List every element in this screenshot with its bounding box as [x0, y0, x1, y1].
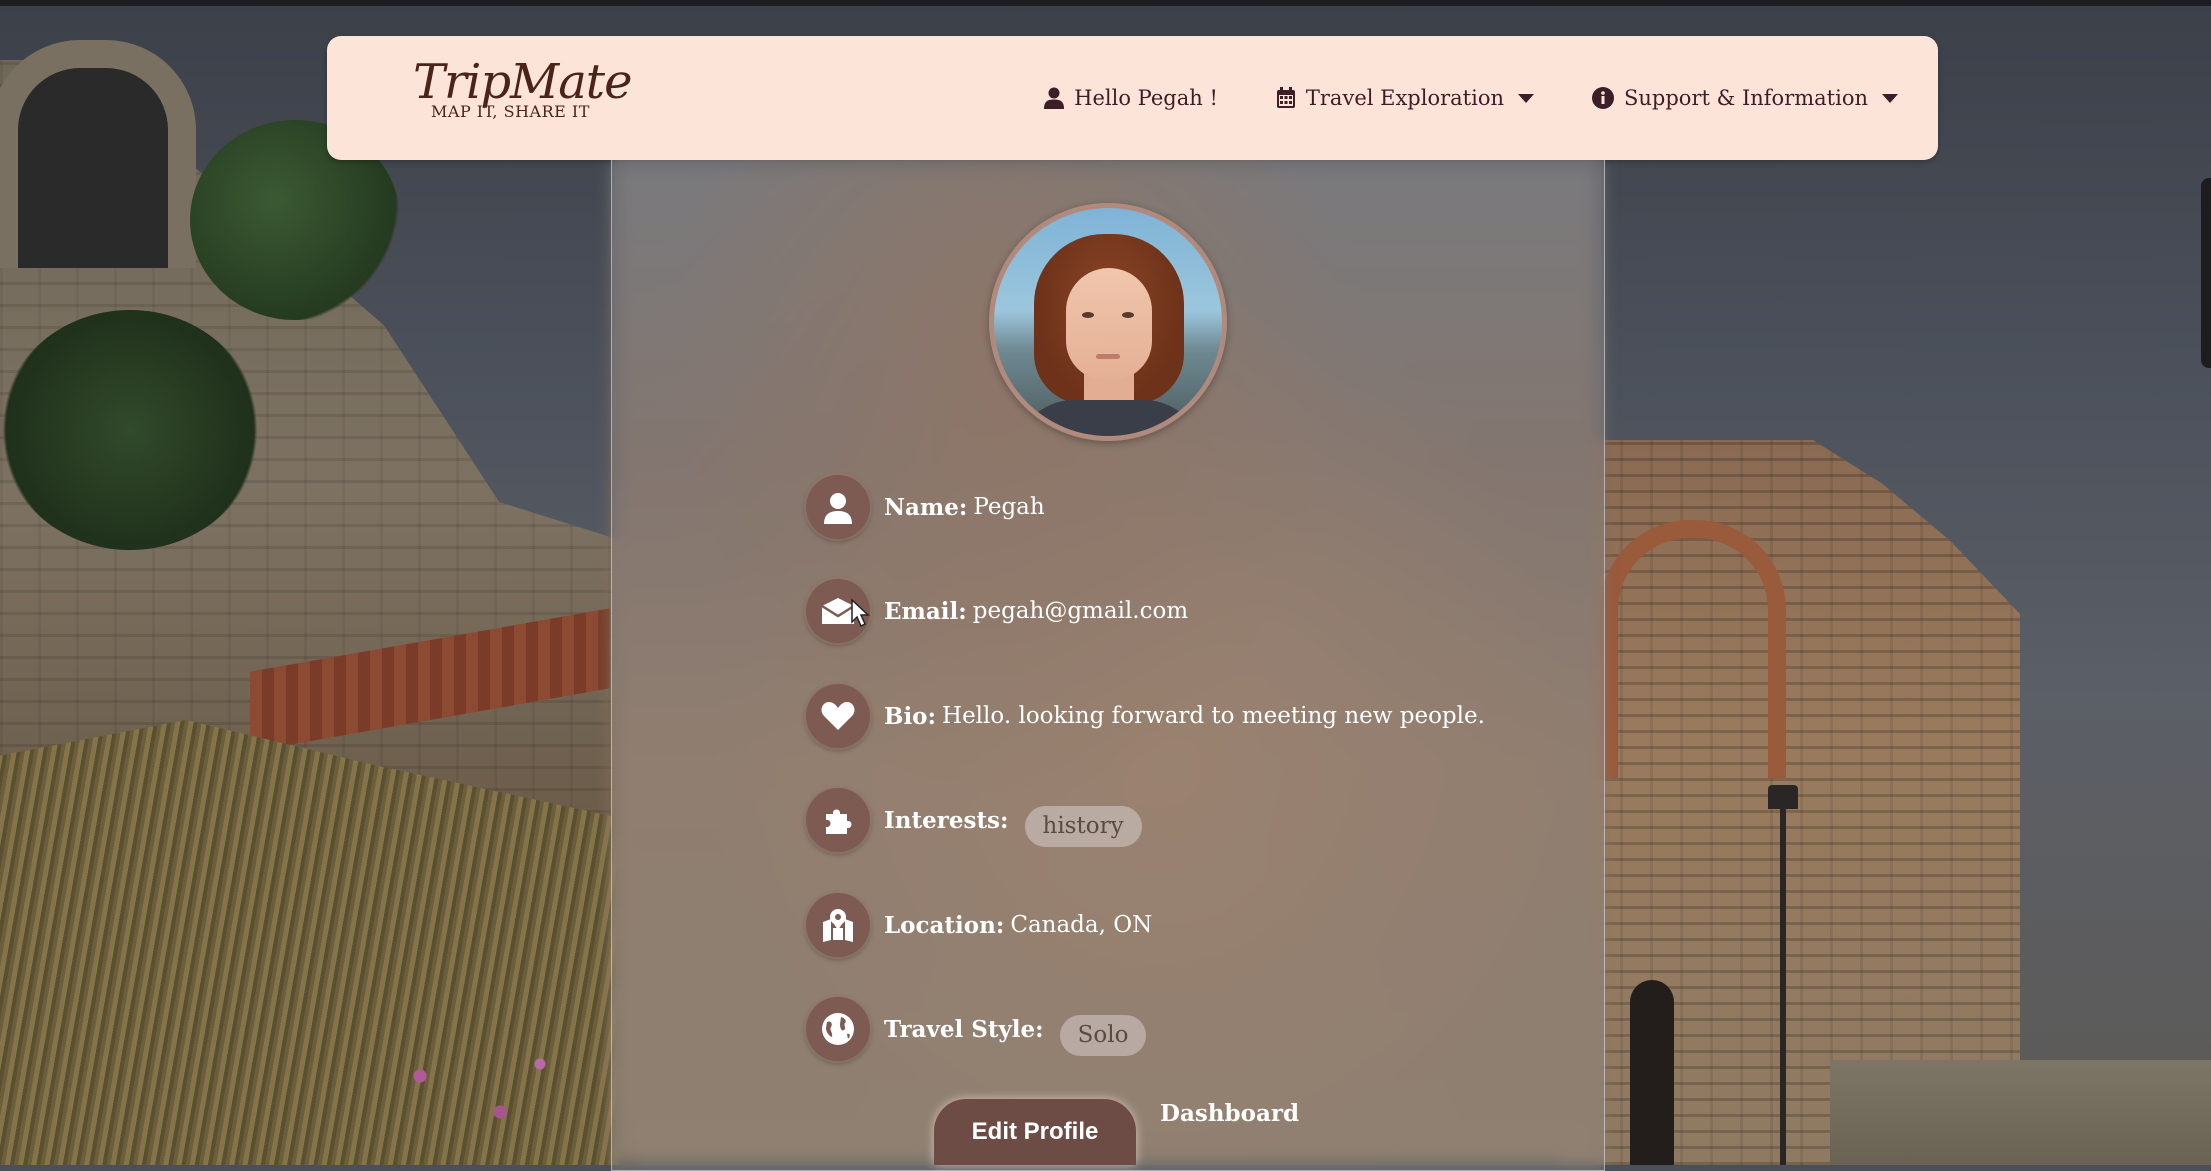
logo[interactable]: TripMate MAP IT, SHARE IT	[413, 54, 633, 121]
avatar-face	[1066, 268, 1152, 380]
interest-tag: history	[1024, 805, 1142, 847]
interests-label: Interests:	[884, 806, 1009, 834]
nav-travel-exploration-label: Travel Exploration	[1305, 86, 1504, 110]
avatar-eye	[1082, 312, 1094, 318]
church-window	[1630, 980, 1674, 1165]
profile-row-travel-style: Travel Style: Solo	[806, 997, 1147, 1061]
email-value: pegah@gmail.com	[972, 598, 1189, 624]
info-icon	[1592, 87, 1614, 109]
nav-support-information-label: Support & Information	[1624, 86, 1868, 110]
travel-style-tag: Solo	[1059, 1014, 1147, 1056]
avatar-eye	[1122, 312, 1134, 318]
name-label: Name:	[884, 493, 968, 521]
email-label: Email:	[884, 597, 967, 625]
tree	[0, 310, 260, 550]
caret-down-icon	[1882, 93, 1898, 103]
profile-avatar	[989, 203, 1227, 441]
logo-tagline: MAP IT, SHARE IT	[431, 102, 590, 121]
map-pin-icon	[806, 893, 870, 957]
ruin-wall-right	[1830, 1060, 2211, 1165]
user-icon	[806, 475, 870, 539]
edit-profile-button[interactable]: Edit Profile	[934, 1099, 1136, 1165]
street-lamp	[1780, 800, 1786, 1165]
profile-row-name: Name: Pegah	[806, 475, 1045, 539]
stone-arch-left	[0, 40, 196, 268]
side-panel-tab[interactable]	[2201, 178, 2211, 368]
globe-icon	[806, 997, 870, 1061]
user-icon	[1044, 87, 1065, 109]
profile-row-location: Location: Canada, ON	[806, 893, 1152, 957]
avatar-shirt	[1014, 400, 1204, 436]
caret-down-icon	[1518, 93, 1534, 103]
greeting-text: Hello Pegah !	[1074, 86, 1218, 110]
nav-support-information-dropdown[interactable]: Support & Information	[1592, 86, 1898, 110]
profile-row-interests: Interests: history	[806, 788, 1142, 852]
flowers	[380, 1040, 580, 1160]
window-top-strip	[0, 0, 2211, 6]
heart-icon	[806, 684, 870, 748]
bio-value: Hello. looking forward to meeting new pe…	[942, 703, 1485, 729]
calendar-icon	[1276, 87, 1295, 108]
location-value: Canada, ON	[1010, 912, 1153, 938]
bio-label: Bio:	[884, 702, 937, 730]
dashboard-link[interactable]: Dashboard	[1160, 1100, 1299, 1127]
nav-menu: Hello Pegah ! Travel Exploration Support…	[1044, 36, 1898, 160]
mouse-pointer-icon	[851, 598, 870, 628]
travel-style-label: Travel Style:	[884, 1015, 1044, 1043]
navbar: TripMate MAP IT, SHARE IT Hello Pegah ! …	[327, 36, 1938, 160]
avatar-mouth	[1096, 354, 1120, 359]
profile-row-bio: Bio: Hello. looking forward to meeting n…	[806, 684, 1485, 748]
name-value: Pegah	[973, 494, 1045, 520]
puzzle-icon	[806, 788, 870, 852]
church-arch	[1600, 520, 1786, 778]
nav-travel-exploration-dropdown[interactable]: Travel Exploration	[1276, 86, 1534, 110]
nav-user-greeting[interactable]: Hello Pegah !	[1044, 86, 1218, 110]
location-label: Location:	[884, 911, 1005, 939]
